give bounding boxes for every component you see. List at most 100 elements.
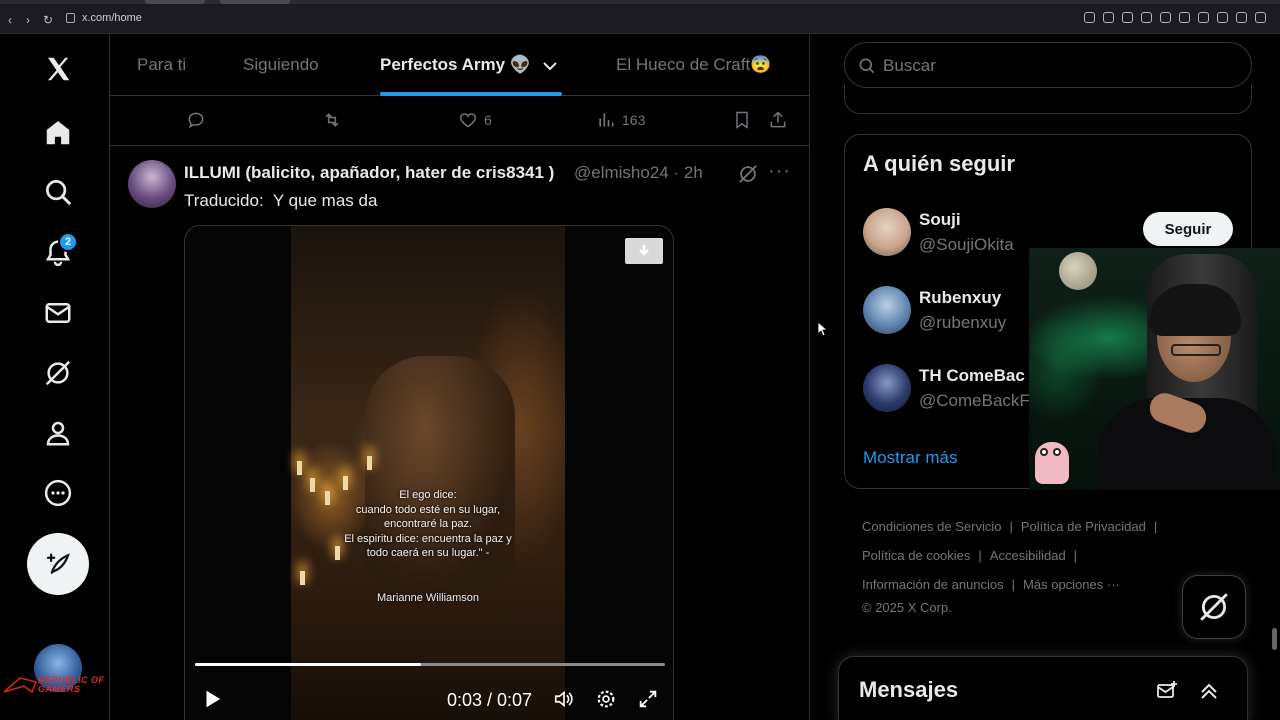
previous-post-actions: 6 163	[110, 96, 809, 146]
microphone	[1059, 252, 1097, 290]
suggestion-handle[interactable]: @ComeBackF	[919, 391, 1030, 411]
extension-icon[interactable]	[1198, 12, 1209, 23]
home-icon[interactable]	[40, 115, 76, 151]
grok-icon	[1200, 593, 1228, 621]
grok-icon[interactable]	[737, 163, 759, 185]
share-icon	[770, 111, 786, 128]
bookmark-button[interactable]	[732, 110, 752, 130]
footer-link[interactable]: Información de anuncios	[862, 577, 1004, 592]
shield-icon[interactable]	[1141, 12, 1152, 23]
candle	[297, 461, 302, 475]
more-icon[interactable]	[40, 475, 76, 511]
footer-link[interactable]: Política de Privacidad	[1021, 519, 1146, 534]
more-options-icon[interactable]: ···	[768, 160, 791, 183]
views-button[interactable]: 163	[596, 110, 645, 130]
puzzle-icon[interactable]	[1217, 12, 1228, 23]
messages-drawer[interactable]: Mensajes	[838, 656, 1248, 720]
footer-link[interactable]: Condiciones de Servicio	[862, 519, 1001, 534]
settings-gear-icon[interactable]	[595, 688, 617, 710]
search-icon[interactable]	[40, 174, 76, 210]
show-more-link[interactable]: Mostrar más	[863, 448, 957, 468]
previous-card-edge	[844, 84, 1252, 114]
pin-icon[interactable]	[1103, 12, 1114, 23]
footer-link[interactable]: Política de cookies	[862, 548, 970, 563]
video-time: 0:03 / 0:07	[447, 690, 533, 710]
tweet[interactable]: ILLUMI (balicito, apañador, hater de cri…	[110, 146, 809, 720]
profile-icon[interactable]	[40, 415, 76, 451]
compose-icon	[46, 553, 70, 574]
tab-siguiendo[interactable]: Siguiendo	[243, 55, 319, 75]
heart-icon[interactable]	[1179, 12, 1190, 23]
author-handle[interactable]: @elmisho24 · 2h	[574, 163, 703, 183]
suggestion-handle[interactable]: @SoujiOkita	[919, 235, 1014, 255]
expand-up-icon[interactable]	[1197, 679, 1221, 703]
author-avatar[interactable]	[128, 160, 176, 208]
streamer-glasses	[1171, 344, 1221, 356]
tab-perfectos-army[interactable]: Perfectos Army 👽	[380, 55, 531, 75]
new-message-icon[interactable]	[1155, 679, 1179, 703]
grok-icon[interactable]	[40, 355, 76, 391]
avatar[interactable]	[863, 364, 911, 412]
menu-icon[interactable]	[1255, 12, 1266, 23]
video-quote-author: Marianne Williamson	[376, 592, 480, 604]
lock-icon	[66, 13, 75, 23]
search-input[interactable]: Buscar	[844, 42, 1252, 88]
sticker-eye	[1040, 448, 1048, 456]
browser-back-button[interactable]: ‹	[8, 12, 12, 28]
left-sidebar: 2	[0, 34, 110, 720]
like-button[interactable]: 6	[458, 110, 492, 130]
suggestion-name[interactable]: Rubenxuy	[919, 288, 1001, 308]
video-player[interactable]: El ego dice: cuando todo esté en su luga…	[184, 225, 674, 720]
sticker-eye	[1053, 448, 1061, 456]
quote-line: cuando todo esté en su lugar,	[355, 503, 501, 516]
download-icon[interactable]	[1236, 12, 1247, 23]
browser-extension-icons	[1084, 12, 1266, 23]
suggestion-name[interactable]: Souji	[919, 210, 961, 230]
browser-tab[interactable]	[145, 0, 205, 4]
search-placeholder: Buscar	[883, 56, 936, 75]
address-bar[interactable]: x.com/home	[62, 11, 1082, 29]
fullscreen-icon[interactable]	[637, 688, 659, 710]
avatar[interactable]	[863, 286, 911, 334]
footer-link[interactable]: Accesibilidad	[990, 548, 1066, 563]
download-icon[interactable]	[625, 238, 663, 264]
zoom-icon[interactable]	[1084, 12, 1095, 23]
analytics-icon	[599, 113, 614, 127]
tab-el-hueco-de-craft[interactable]: El Hueco de Craft😨	[616, 55, 771, 75]
reply-button[interactable]	[186, 110, 206, 130]
play-icon[interactable]	[1160, 12, 1171, 23]
follow-button[interactable]: Seguir	[1143, 212, 1233, 246]
footer-link[interactable]: Más opciones ···	[1023, 577, 1120, 592]
screenshot-icon[interactable]	[1122, 12, 1133, 23]
candle	[300, 571, 305, 585]
play-icon[interactable]	[201, 688, 223, 710]
repost-button[interactable]	[322, 110, 342, 130]
volume-icon[interactable]	[553, 688, 575, 710]
like-count: 6	[484, 112, 492, 128]
share-button[interactable]	[768, 110, 788, 130]
main-timeline: Para ti Siguiendo Perfectos Army 👽 El Hu…	[110, 34, 810, 720]
browser-tab[interactable]	[220, 0, 290, 4]
page-scrollbar[interactable]	[1272, 628, 1277, 650]
grok-floating-button[interactable]	[1182, 575, 1246, 639]
copyright: © 2025 X Corp.	[862, 600, 952, 615]
browser-forward-button[interactable]: ›	[26, 12, 30, 28]
suggestion-handle[interactable]: @rubenxuy	[919, 313, 1006, 333]
messages-title: Mensajes	[859, 677, 959, 702]
suggestion-name[interactable]: TH ComeBac	[919, 366, 1025, 386]
video-progress-bar[interactable]	[195, 663, 665, 666]
footer-links: Condiciones de Servicio | Política de Priv…	[862, 519, 1158, 615]
browser-reload-button[interactable]: ↻	[43, 12, 53, 28]
chevron-down-icon[interactable]	[542, 58, 558, 74]
mouse-cursor-icon	[818, 322, 828, 336]
author-name[interactable]: ILLUMI (balicito, apañador, hater de cri…	[184, 163, 554, 183]
quote-line: todo caerá en su lugar." -	[366, 547, 490, 559]
bookmark-icon	[736, 111, 748, 129]
avatar[interactable]	[863, 208, 911, 256]
mail-icon[interactable]	[40, 295, 76, 331]
compose-post-button[interactable]	[27, 533, 89, 595]
x-logo-icon[interactable]	[40, 51, 76, 87]
view-count: 163	[622, 112, 646, 128]
quote-line: El ego dice:	[399, 489, 457, 501]
tab-para-ti[interactable]: Para ti	[137, 55, 186, 75]
